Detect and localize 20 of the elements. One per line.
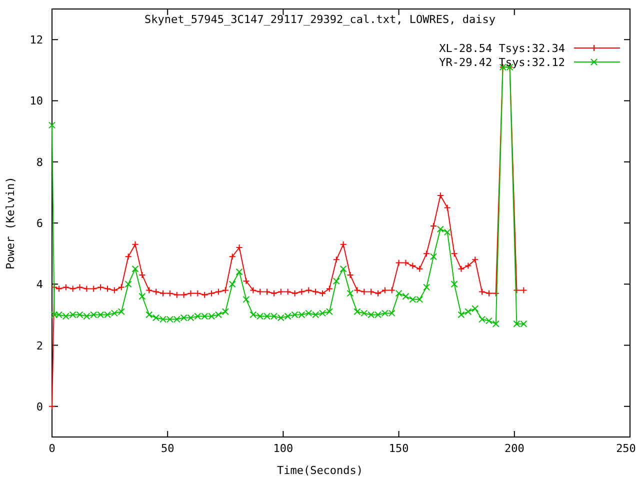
tick-label: 200 <box>504 442 524 455</box>
tick-label: 0 <box>48 442 56 455</box>
tick-label: 8 <box>36 156 43 169</box>
tick-label: 4 <box>36 278 43 292</box>
tick-label: 6 <box>36 217 43 230</box>
legend-label: YR-29.42 Tsys:32.12 <box>439 56 565 69</box>
tick-label: 250 <box>616 442 636 455</box>
legend-label: XL-28.54 Tsys:32.34 <box>439 42 565 55</box>
tick-label: 2 <box>36 339 43 352</box>
tick-label: 100 <box>273 442 294 455</box>
tick-label: 12 <box>30 34 43 47</box>
tick-label: 0 <box>36 400 43 414</box>
legend-swatch <box>574 44 620 52</box>
legend-swatch <box>574 58 620 66</box>
chart-title: Skynet_57945_3C147_29117_29392_cal.txt, LOWRES, daisy <box>144 13 496 26</box>
tick-label: 150 <box>388 442 409 455</box>
tick-label: 10 <box>30 94 43 108</box>
axis-label: Power (Kelvin) <box>4 176 17 270</box>
axis-label: Time(Seconds) <box>276 464 364 477</box>
tick-label: 50 <box>160 442 174 455</box>
